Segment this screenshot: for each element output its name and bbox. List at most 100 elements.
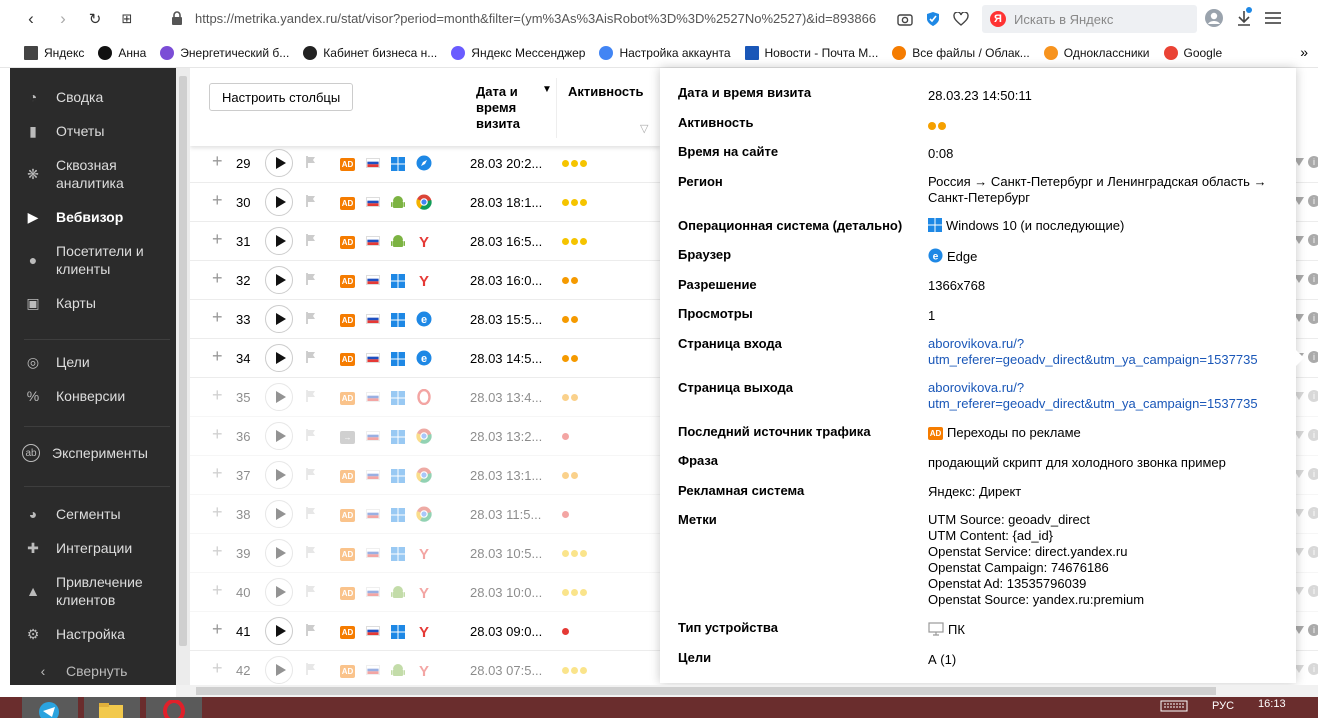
entry-page-link[interactable]: aborovikova.ru/? utm_referer=geoadv_direc… [928,336,1258,367]
info-icon[interactable]: i [1308,663,1318,675]
nav-collapse-button[interactable]: ‹ Свернуть [10,660,176,682]
nav-item[interactable]: ▣ Карты [10,292,176,314]
flag-icon[interactable] [306,390,316,402]
lock-icon[interactable] [170,10,184,26]
info-icon[interactable]: i [1308,234,1318,246]
play-recording-button[interactable] [265,422,293,450]
nav-item[interactable]: ⚙ Настройка [10,623,176,645]
flag-icon[interactable] [306,663,316,675]
flag-icon[interactable] [306,585,316,597]
expand-row-icon[interactable]: + [212,229,223,250]
info-icon[interactable]: i [1308,351,1318,363]
play-recording-button[interactable] [265,656,293,684]
protect-shield-icon[interactable] [924,10,942,28]
exit-page-link[interactable]: aborovikova.ru/? utm_referer=geoadv_direc… [928,380,1258,411]
bookmark-item[interactable]: Настройка аккаунта [599,45,731,60]
play-recording-button[interactable] [265,500,293,528]
nav-item[interactable]: ◔ Сводка [10,86,176,108]
bookmark-item[interactable]: Яндекс Мессенджер [451,45,585,60]
column-filter-icon[interactable]: ▽ [640,122,648,135]
info-icon[interactable]: i [1308,195,1318,207]
expand-row-icon[interactable]: + [212,385,223,406]
expand-row-icon[interactable]: + [212,541,223,562]
column-header-datetime[interactable]: Дата и время визита [476,84,536,132]
flag-icon[interactable] [306,312,316,324]
nav-item[interactable]: ◎ Цели [10,351,176,373]
bookmark-item[interactable]: Google [1163,45,1222,60]
tabs-grid-icon[interactable]: ⊞ [114,6,140,32]
language-indicator[interactable]: РУС [1212,700,1234,712]
bookmark-item[interactable]: Анна [98,45,146,60]
flag-icon[interactable] [306,507,316,519]
clock[interactable]: 16:13 [1258,698,1286,710]
expand-row-icon[interactable]: + [212,502,223,523]
column-header-activity[interactable]: Активность [568,84,643,99]
info-icon[interactable]: i [1308,273,1318,285]
keyboard-icon[interactable] [1160,700,1188,712]
flag-icon[interactable] [306,546,316,558]
nav-item[interactable]: ▲ Привлечение клиентов [10,573,176,609]
play-recording-button[interactable] [265,461,293,489]
play-recording-button[interactable] [265,227,293,255]
flag-icon[interactable] [306,195,316,207]
flag-icon[interactable] [306,156,316,168]
back-icon[interactable]: ‹ [18,6,44,32]
menu-icon[interactable] [1264,11,1282,28]
info-icon[interactable]: i [1308,156,1318,168]
bookmark-item[interactable]: Новости - Почта М... [744,45,878,60]
taskbar-explorer-button[interactable] [84,697,140,718]
bookmark-item[interactable]: Энергетический б... [160,45,289,60]
nav-item[interactable]: ● Посетители и клиенты [10,242,176,278]
info-icon[interactable]: i [1308,429,1318,441]
info-icon[interactable]: i [1308,585,1318,597]
info-icon[interactable]: i [1308,468,1318,480]
expand-row-icon[interactable]: + [212,619,223,640]
nav-item[interactable]: ▮ Отчеты [10,120,176,142]
forward-icon[interactable]: › [50,6,76,32]
expand-row-icon[interactable]: + [212,580,223,601]
taskbar-telegram-button[interactable] [22,697,78,718]
flag-icon[interactable] [306,468,316,480]
table-horizontal-scrollbar[interactable] [176,685,1318,697]
play-recording-button[interactable] [265,383,293,411]
play-recording-button[interactable] [265,149,293,177]
flag-icon[interactable] [306,234,316,246]
profile-avatar-icon[interactable] [1204,8,1224,31]
expand-row-icon[interactable]: + [212,424,223,445]
play-recording-button[interactable] [265,578,293,606]
info-icon[interactable]: i [1308,507,1318,519]
taskbar-opera-button[interactable] [146,697,202,718]
bookmarks-overflow-icon[interactable]: » [1300,44,1308,60]
address-bar[interactable]: https://metrika.yandex.ru/stat/visor?per… [195,11,876,26]
bookmark-item[interactable]: Одноклассники [1043,45,1150,60]
downloads-icon[interactable] [1236,7,1252,30]
sort-desc-icon[interactable]: ▼ [542,84,552,95]
play-recording-button[interactable] [265,344,293,372]
play-recording-button[interactable] [265,188,293,216]
info-icon[interactable]: i [1308,546,1318,558]
play-recording-button[interactable] [265,305,293,333]
screenshot-icon[interactable] [896,10,914,28]
bookmark-item[interactable]: Яндекс [24,45,84,60]
flag-icon[interactable] [306,624,316,636]
expand-row-icon[interactable]: + [212,463,223,484]
reload-icon[interactable]: ↻ [82,6,108,32]
expand-row-icon[interactable]: + [212,151,223,172]
expand-row-icon[interactable]: + [212,346,223,367]
sidebar-scrollbar[interactable] [176,68,190,688]
nav-item[interactable]: ▶ Вебвизор [10,206,176,228]
expand-row-icon[interactable]: + [212,658,223,679]
yandex-search-input[interactable]: Я Искать в Яндекс [982,5,1197,33]
expand-row-icon[interactable]: + [212,268,223,289]
nav-item[interactable]: ✚ Интеграции [10,537,176,559]
play-recording-button[interactable] [265,266,293,294]
flag-icon[interactable] [306,273,316,285]
configure-columns-button[interactable]: Настроить столбцы [209,83,354,111]
bookmark-item[interactable]: Кабинет бизнеса н... [303,45,437,60]
nav-item[interactable]: ◕ Сегменты [10,503,176,525]
flag-icon[interactable] [306,429,316,441]
info-icon[interactable]: i [1308,390,1318,402]
info-icon[interactable]: i [1308,312,1318,324]
nav-item[interactable]: ab Эксперименты [10,444,176,462]
nav-item[interactable]: % Конверсии [10,385,176,407]
